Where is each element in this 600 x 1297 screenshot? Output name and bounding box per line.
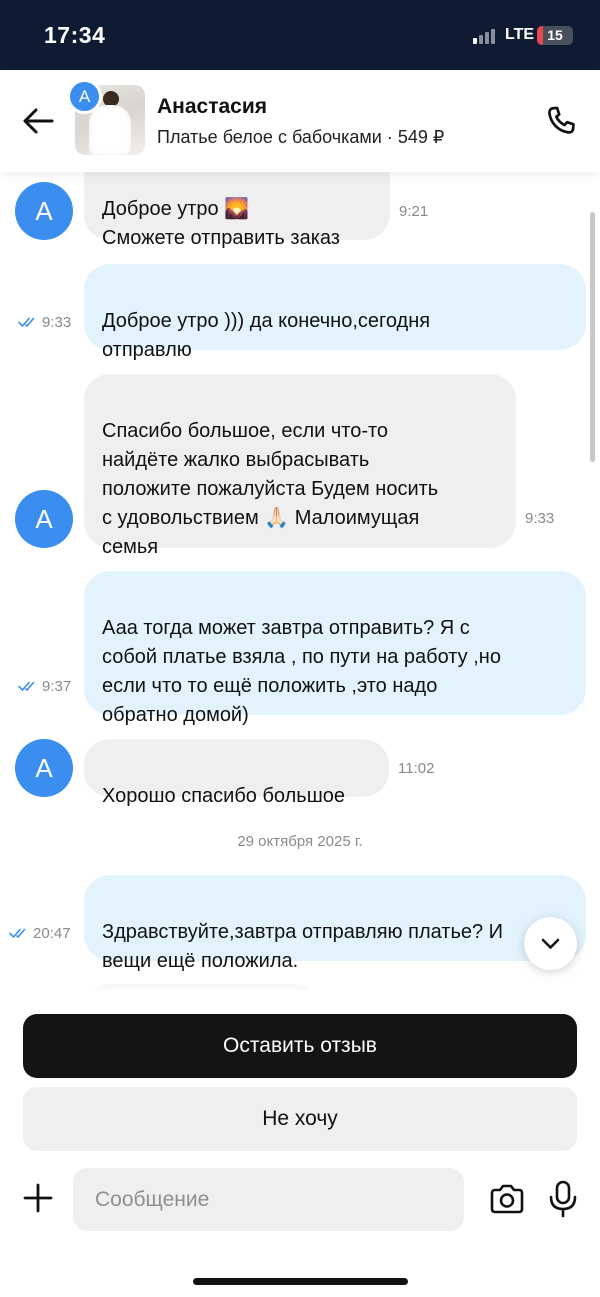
message-bubble-outgoing[interactable]: Ааа тогда может завтра отправить? Я с со… xyxy=(84,571,586,726)
message-bubble-outgoing[interactable]: Доброе утро ))) да конечно,сегодня отпра… xyxy=(84,264,586,361)
sender-avatar: A xyxy=(15,182,73,240)
network-label: LTE xyxy=(505,26,535,43)
message-list[interactable]: Доброе утро 🌄 Сможете отправить заказ A … xyxy=(0,172,600,990)
message-input[interactable] xyxy=(73,1168,464,1231)
message-bubble-incoming[interactable]: Спасибо большое, если что-то найдёте жал… xyxy=(84,374,516,558)
double-check-icon xyxy=(18,681,35,692)
seller-avatar: A xyxy=(67,79,102,114)
sender-avatar: A xyxy=(15,490,73,548)
battery-level: 15 xyxy=(547,27,563,43)
message-time: 9:33 xyxy=(525,510,555,527)
sender-avatar: A xyxy=(15,739,73,797)
decline-review-button[interactable]: Не хочу xyxy=(23,1087,577,1151)
scrollbar[interactable] xyxy=(590,212,595,462)
leave-review-button[interactable]: Оставить отзыв xyxy=(23,1014,577,1078)
message-text: Здравствуйте,завтра отправляю платье? И … xyxy=(102,921,504,972)
back-button[interactable] xyxy=(18,103,58,139)
double-check-icon xyxy=(18,317,35,328)
call-button[interactable] xyxy=(543,103,579,139)
message-text: Хорошо спасибо большое xyxy=(102,785,345,807)
message-text: Доброе утро 🌄 Сможете отправить заказ xyxy=(102,198,340,249)
status-bar: 17:34 LTE 15 xyxy=(0,0,600,70)
message-bubble-incoming[interactable]: Доброе утро 🌄 Сможете отправить заказ xyxy=(84,172,390,249)
attach-button[interactable] xyxy=(22,1182,54,1214)
bottom-panel: Оставить отзыв Не хочу xyxy=(0,990,600,1297)
message-bubble-incoming[interactable]: Хорошо спасибо большое xyxy=(84,739,389,807)
message-time: 9:21 xyxy=(399,203,429,220)
phone-icon xyxy=(548,106,575,134)
camera-button[interactable] xyxy=(489,1182,525,1216)
double-check-icon xyxy=(9,928,26,939)
plus-icon xyxy=(23,1183,53,1213)
chevron-down-icon xyxy=(541,938,560,949)
message-bubble-outgoing[interactable]: Здравствуйте,завтра отправляю платье? И … xyxy=(84,875,586,972)
message-text: Доброе утро ))) да конечно,сегодня отпра… xyxy=(102,310,431,361)
camera-icon xyxy=(490,1184,524,1214)
microphone-button[interactable] xyxy=(548,1180,578,1218)
chat-header: A Анастасия Платье белое с бабочками · 5… xyxy=(0,70,600,172)
message-text: Спасибо большое, если что-то найдёте жал… xyxy=(102,420,439,558)
microphone-icon xyxy=(549,1180,577,1218)
status-time: 17:34 xyxy=(44,22,106,48)
date-separator: 29 октября 2025 г. xyxy=(237,833,363,850)
back-arrow-icon xyxy=(23,108,54,134)
product-info[interactable]: Платье белое с бабочками · 549 ₽ xyxy=(157,127,444,148)
signal-icon xyxy=(473,28,501,44)
scroll-to-bottom-button[interactable] xyxy=(524,917,577,970)
message-text: Ааа тогда может завтра отправить? Я с со… xyxy=(102,617,501,726)
message-time: 11:02 xyxy=(398,760,435,777)
battery-icon: 15 xyxy=(537,26,573,45)
home-indicator xyxy=(193,1278,408,1285)
message-time: 20:47 xyxy=(9,925,71,942)
seller-name[interactable]: Анастасия xyxy=(157,95,267,119)
message-time: 9:33 xyxy=(18,314,71,331)
message-time: 9:37 xyxy=(18,678,71,695)
